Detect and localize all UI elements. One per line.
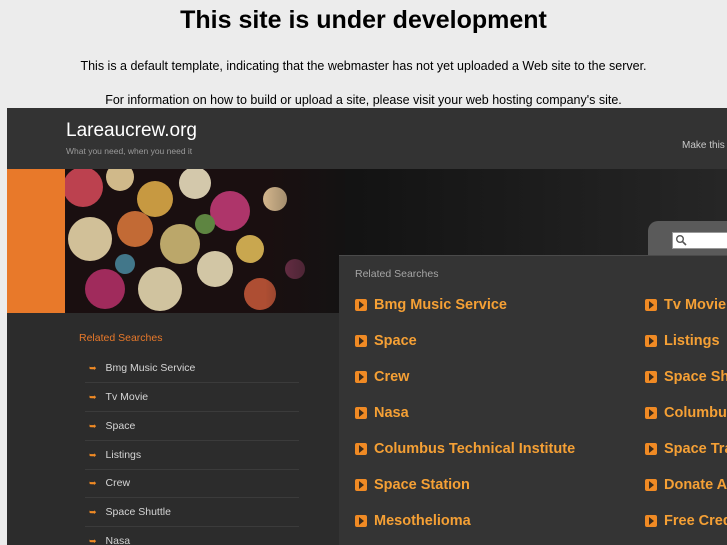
panel-heading: Related Searches	[355, 268, 439, 280]
related-searches-panel: Related Searches Bmg Music Service Space…	[339, 255, 727, 545]
arrow-icon	[645, 299, 657, 311]
panel-link-columbus[interactable]: Columbu	[645, 403, 727, 423]
panel-link-mesothelioma[interactable]: Mesothelioma	[355, 511, 471, 531]
development-notice: This site is under development This is a…	[0, 0, 727, 108]
arrow-bullet-icon: ➥	[89, 449, 97, 460]
sidebar-item-space[interactable]: ➥ Space	[85, 412, 299, 441]
sidebar-heading: Related Searches	[79, 332, 163, 344]
arrow-icon	[645, 407, 657, 419]
panel-link-bmg-music-service[interactable]: Bmg Music Service	[355, 295, 507, 315]
panel-link-donate[interactable]: Donate A	[645, 475, 727, 495]
arrow-bullet-icon: ➥	[89, 362, 97, 373]
arrow-icon	[355, 407, 367, 419]
notice-line-2: For information on how to build or uploa…	[105, 93, 622, 107]
parked-site: Lareaucrew.org What you need, when you n…	[7, 108, 727, 545]
arrow-bullet-icon: ➥	[89, 477, 97, 488]
panel-link-columbus-technical-institute[interactable]: Columbus Technical Institute	[355, 439, 575, 459]
panel-link-crew[interactable]: Crew	[355, 367, 409, 387]
panel-link-space-station[interactable]: Space Station	[355, 475, 470, 495]
panel-link-free-credit[interactable]: Free Cred	[645, 511, 727, 531]
arrow-icon	[355, 515, 367, 527]
arrow-icon	[355, 479, 367, 491]
sidebar-item-listings[interactable]: ➥ Listings	[85, 441, 299, 470]
arrow-bullet-icon: ➥	[89, 391, 97, 402]
notice-title: This site is under development	[180, 6, 547, 34]
arrow-icon	[355, 443, 367, 455]
sidebar-item-nasa[interactable]: ➥ Nasa	[85, 527, 299, 545]
panel-link-nasa[interactable]: Nasa	[355, 403, 409, 423]
panel-link-listings[interactable]: Listings	[645, 331, 720, 351]
search-input[interactable]	[672, 232, 727, 249]
search-icon	[676, 235, 687, 246]
sidebar-item-bmg-music-service[interactable]: ➥ Bmg Music Service	[85, 354, 299, 383]
site-title[interactable]: Lareaucrew.org	[66, 120, 197, 142]
arrow-icon	[645, 443, 657, 455]
arrow-bullet-icon: ➥	[89, 506, 97, 517]
arrow-icon	[645, 479, 657, 491]
site-tagline: What you need, when you need it	[66, 146, 193, 156]
arrow-icon	[355, 335, 367, 347]
arrow-icon	[645, 335, 657, 347]
panel-link-space[interactable]: Space	[355, 331, 417, 351]
panel-link-space-shuttle[interactable]: Space Sh	[645, 367, 727, 387]
arrow-icon	[355, 371, 367, 383]
arrow-icon	[355, 299, 367, 311]
site-header: Lareaucrew.org What you need, when you n…	[7, 108, 727, 170]
sidebar-item-space-shuttle[interactable]: ➥ Space Shuttle	[85, 498, 299, 527]
orange-accent-bar	[7, 169, 65, 313]
panel-link-space-travel[interactable]: Space Tra	[645, 439, 727, 459]
notice-line-1: This is a default template, indicating t…	[80, 59, 647, 73]
arrow-icon	[645, 515, 657, 527]
arrow-bullet-icon: ➥	[89, 420, 97, 431]
arrow-bullet-icon: ➥	[89, 535, 97, 545]
sidebar-item-crew[interactable]: ➥ Crew	[85, 469, 299, 498]
sidebar-item-tv-movie[interactable]: ➥ Tv Movie	[85, 383, 299, 412]
panel-link-tv-movie[interactable]: Tv Movie	[645, 295, 726, 315]
make-homepage-link[interactable]: Make this	[682, 140, 725, 151]
arrow-icon	[645, 371, 657, 383]
